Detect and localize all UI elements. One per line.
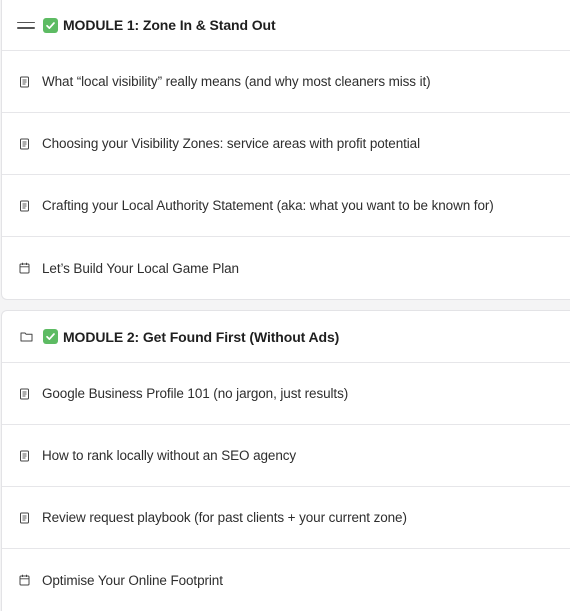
lesson-title: Crafting your Local Authority Statement … [42, 198, 494, 213]
calendar-icon [18, 574, 31, 586]
course-outline: MODULE 1: Zone In & Stand Out What “loca… [0, 0, 570, 611]
checkmark-icon [43, 329, 58, 344]
module-title: MODULE 1: Zone In & Stand Out [63, 17, 276, 33]
document-icon [18, 512, 31, 524]
lesson-title: How to rank locally without an SEO agenc… [42, 448, 297, 463]
lesson-item[interactable]: Optimise Your Online Footprint [2, 549, 570, 611]
document-icon [18, 76, 31, 88]
document-icon [18, 450, 31, 462]
module-section: MODULE 1: Zone In & Stand Out What “loca… [1, 0, 570, 300]
document-icon [18, 200, 31, 212]
document-icon [18, 388, 31, 400]
lesson-item[interactable]: What “local visibility” really means (an… [2, 51, 570, 113]
lesson-item[interactable]: How to rank locally without an SEO agenc… [2, 425, 570, 487]
drag-handle-icon[interactable] [17, 21, 35, 29]
folder-icon [17, 331, 35, 342]
checkmark-icon [43, 17, 58, 33]
document-icon [18, 138, 31, 150]
lesson-title: Google Business Profile 101 (no jargon, … [42, 386, 349, 401]
lesson-item[interactable]: Review request playbook (for past client… [2, 487, 570, 549]
lesson-title: What “local visibility” really means (an… [42, 74, 431, 89]
lesson-item[interactable]: Crafting your Local Authority Statement … [2, 175, 570, 237]
lesson-item[interactable]: Google Business Profile 101 (no jargon, … [2, 363, 570, 425]
lesson-title: Let’s Build Your Local Game Plan [42, 260, 239, 276]
lesson-item[interactable]: Choosing your Visibility Zones: service … [2, 113, 570, 175]
lesson-item[interactable]: Let’s Build Your Local Game Plan [2, 237, 570, 299]
module-header[interactable]: MODULE 1: Zone In & Stand Out [2, 0, 570, 51]
module-section: MODULE 2: Get Found First (Without Ads) … [1, 310, 570, 611]
module-title: MODULE 2: Get Found First (Without Ads) [63, 328, 340, 345]
module-header[interactable]: MODULE 2: Get Found First (Without Ads) [2, 311, 570, 363]
lesson-title: Choosing your Visibility Zones: service … [42, 136, 420, 151]
lesson-title: Review request playbook (for past client… [42, 510, 407, 525]
calendar-icon [18, 262, 31, 274]
lesson-title: Optimise Your Online Footprint [42, 572, 223, 588]
